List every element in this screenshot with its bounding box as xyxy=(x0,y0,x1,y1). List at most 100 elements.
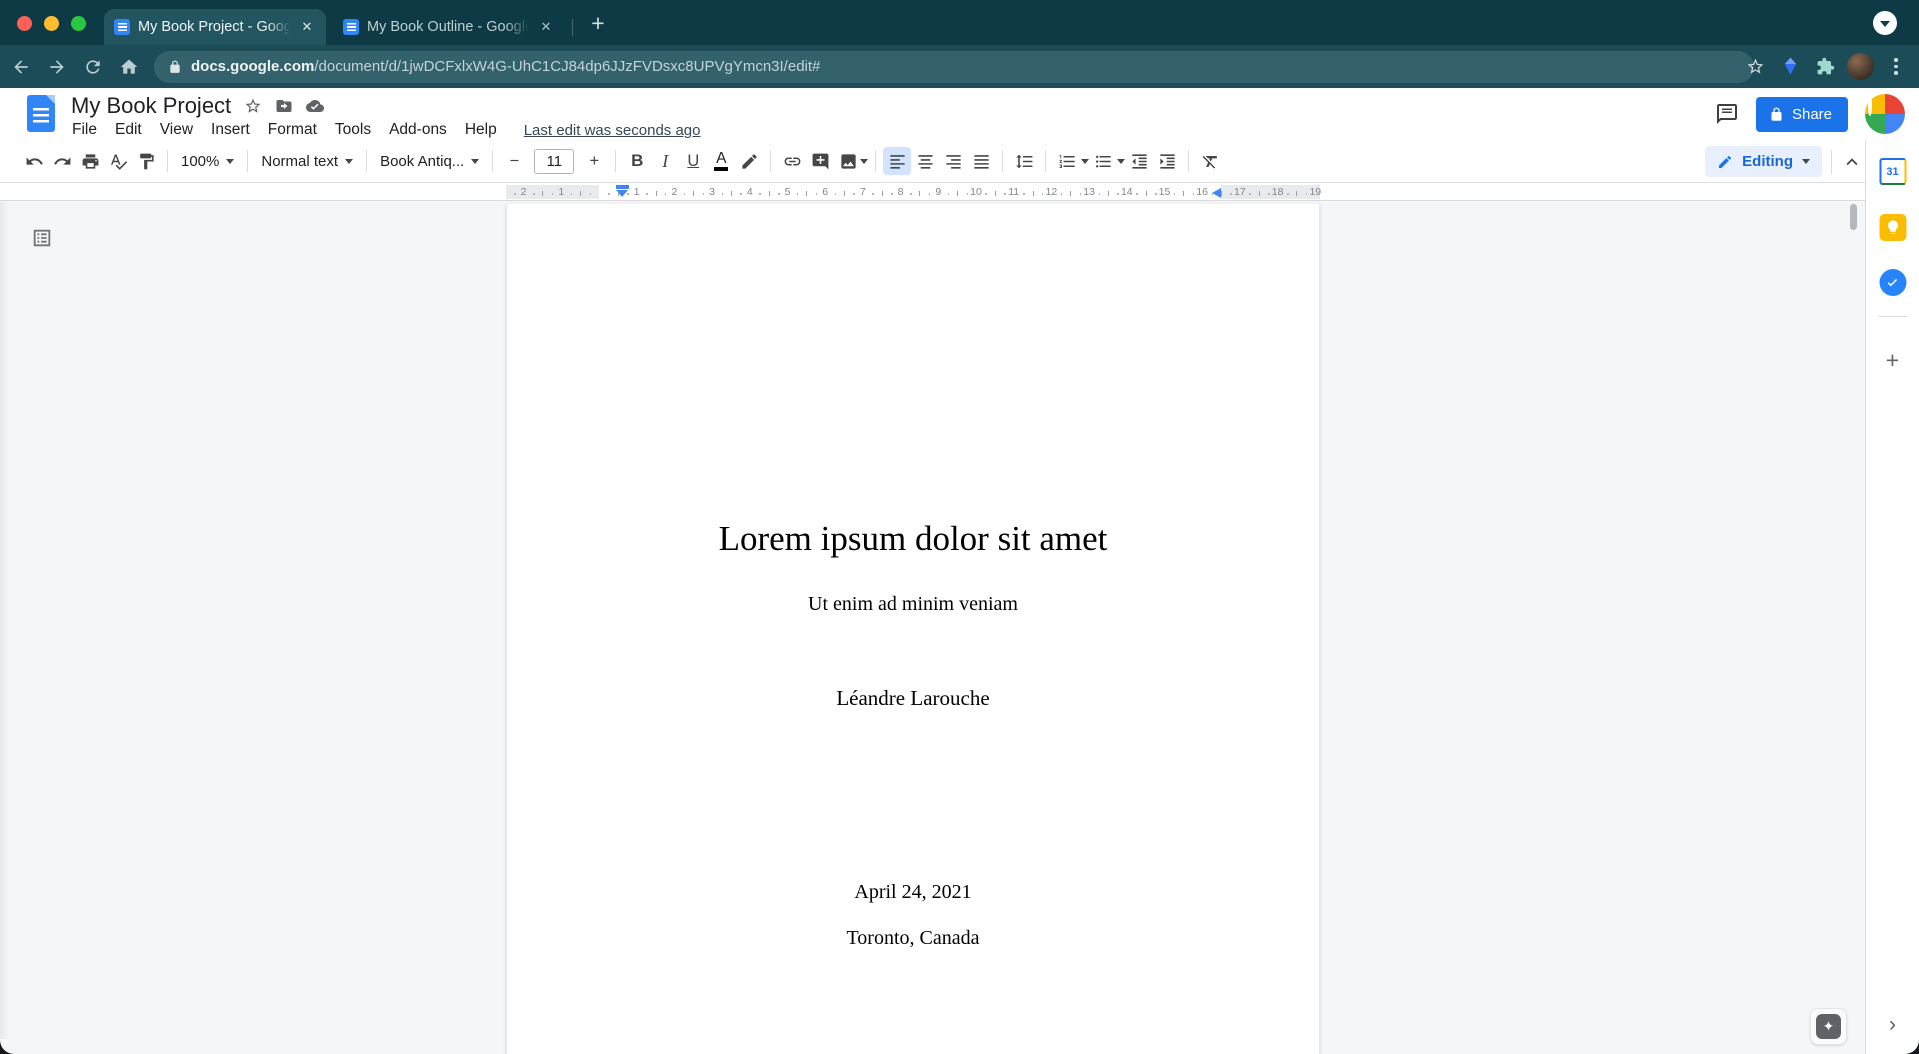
decrease-indent-button[interactable] xyxy=(1125,147,1153,175)
chevron-down-icon[interactable] xyxy=(1117,159,1125,164)
tab-my-book-project[interactable]: My Book Project - Google Docs ✕ xyxy=(104,9,326,45)
ruler-tick xyxy=(778,193,780,195)
ruler-tick xyxy=(882,191,883,196)
ruler-tick xyxy=(590,193,592,195)
docs-logo-icon[interactable] xyxy=(27,95,55,132)
side-panel-rail: 31 + › xyxy=(1865,140,1919,1054)
fullscreen-window-button[interactable] xyxy=(71,16,86,31)
italic-button[interactable]: I xyxy=(651,147,679,175)
forward-button[interactable] xyxy=(42,52,72,82)
horizontal-ruler: 2112345678910111213141516171819 xyxy=(0,183,1865,201)
menu-file[interactable]: File xyxy=(63,119,106,141)
vertical-scrollbar-thumb[interactable] xyxy=(1850,204,1857,230)
document-page[interactable]: Lorem ipsum dolor sit amet Ut enim ad mi… xyxy=(506,204,1320,1054)
font-size-input[interactable]: 11 xyxy=(534,149,574,174)
close-window-button[interactable] xyxy=(17,16,32,31)
back-button[interactable] xyxy=(6,52,36,82)
show-outline-button[interactable] xyxy=(31,227,53,254)
menu-format[interactable]: Format xyxy=(259,119,326,141)
menu-insert[interactable]: Insert xyxy=(202,119,259,141)
insert-image-button[interactable] xyxy=(834,147,862,175)
highlight-color-button[interactable] xyxy=(735,147,763,175)
align-right-button[interactable] xyxy=(939,147,967,175)
reload-button[interactable] xyxy=(78,52,108,82)
ruler-number: 11 xyxy=(1008,186,1019,198)
share-button[interactable]: Share xyxy=(1756,97,1848,132)
ruler-tick xyxy=(835,193,837,195)
hide-menus-button[interactable] xyxy=(1841,151,1863,173)
paragraph-style-select[interactable]: Normal text xyxy=(255,147,359,175)
insert-link-button[interactable] xyxy=(778,147,806,175)
menu-tools[interactable]: Tools xyxy=(326,119,380,141)
paint-format-button[interactable] xyxy=(132,147,160,175)
doc-author-text: Léandre Larouche xyxy=(507,686,1319,711)
ruler-tick xyxy=(618,191,619,196)
close-tab-icon[interactable]: ✕ xyxy=(298,18,316,36)
minimize-window-button[interactable] xyxy=(44,16,59,31)
bulleted-list-button[interactable] xyxy=(1089,147,1117,175)
google-keep-icon[interactable] xyxy=(1879,214,1906,241)
extensions-button[interactable] xyxy=(1812,54,1838,80)
ruler-tick xyxy=(1193,193,1195,195)
undo-button[interactable] xyxy=(20,147,48,175)
increase-font-size-button[interactable]: + xyxy=(580,147,608,175)
ruler-tick xyxy=(1212,193,1214,195)
last-edit-link[interactable]: Last edit was seconds ago xyxy=(524,122,701,139)
chevron-down-icon[interactable] xyxy=(860,159,868,164)
chevron-down-icon[interactable] xyxy=(1081,159,1089,164)
get-add-ons-button[interactable]: + xyxy=(1886,347,1899,374)
document-status-cloud-button[interactable] xyxy=(306,97,324,115)
right-indent-marker[interactable] xyxy=(1212,188,1221,198)
menu-edit[interactable]: Edit xyxy=(106,119,151,141)
menu-addons[interactable]: Add-ons xyxy=(380,119,456,141)
text-color-button[interactable]: A xyxy=(707,147,735,175)
menu-view[interactable]: View xyxy=(151,119,202,141)
browser-profile-avatar[interactable] xyxy=(1847,53,1874,80)
account-avatar[interactable] xyxy=(1865,94,1905,134)
print-button[interactable] xyxy=(76,147,104,175)
ruler-tick xyxy=(1287,193,1289,195)
align-center-button[interactable] xyxy=(911,147,939,175)
tab-search-button[interactable] xyxy=(1873,11,1897,35)
menu-help[interactable]: Help xyxy=(456,119,506,141)
home-button[interactable] xyxy=(114,52,144,82)
move-to-folder-button[interactable] xyxy=(275,97,293,115)
editing-mode-select[interactable]: Editing xyxy=(1705,146,1822,177)
clear-formatting-button[interactable] xyxy=(1196,147,1224,175)
tab-my-book-outline[interactable]: My Book Outline - Google Docs ✕ xyxy=(333,9,565,45)
line-spacing-button[interactable] xyxy=(1010,147,1038,175)
numbered-list-button[interactable] xyxy=(1053,147,1081,175)
ruler-tick xyxy=(1306,193,1308,195)
google-calendar-icon[interactable]: 31 xyxy=(1879,158,1906,185)
underline-button[interactable]: U xyxy=(679,147,707,175)
first-line-indent-icon[interactable] xyxy=(616,185,629,189)
browser-menu-button[interactable] xyxy=(1883,54,1909,80)
forward-arrow-icon xyxy=(47,57,67,77)
new-tab-button[interactable]: + xyxy=(583,9,613,39)
redo-button[interactable] xyxy=(48,147,76,175)
decrease-font-size-button[interactable]: − xyxy=(500,147,528,175)
explore-icon: ✦ xyxy=(1816,1014,1841,1039)
address-bar[interactable]: docs.google.com/document/d/1jwDCFxlxW4G-… xyxy=(154,51,1754,83)
justify-button[interactable] xyxy=(967,147,995,175)
document-title-input[interactable]: My Book Project xyxy=(71,93,231,119)
font-select[interactable]: Book Antiq... xyxy=(374,147,485,175)
google-tasks-icon[interactable] xyxy=(1879,269,1906,296)
explore-button[interactable]: ✦ xyxy=(1810,1008,1847,1045)
open-comments-button[interactable] xyxy=(1715,102,1739,126)
increase-indent-button[interactable] xyxy=(1153,147,1181,175)
url-text: docs.google.com/document/d/1jwDCFxlxW4G-… xyxy=(191,58,820,75)
ruler-tick xyxy=(703,193,705,195)
close-tab-icon[interactable]: ✕ xyxy=(537,18,555,36)
add-comment-button[interactable] xyxy=(806,147,834,175)
align-left-button[interactable] xyxy=(883,147,911,175)
spelling-check-button[interactable] xyxy=(104,147,132,175)
ruler-tick xyxy=(891,193,893,195)
star-document-button[interactable] xyxy=(244,97,262,115)
zoom-select[interactable]: 100% xyxy=(175,147,240,175)
collapse-side-panel-button[interactable]: › xyxy=(1889,1013,1896,1037)
extension-gem-button[interactable] xyxy=(1777,54,1803,80)
ruler-tick xyxy=(571,193,573,195)
bookmark-star-button[interactable] xyxy=(1742,54,1768,80)
bold-button[interactable]: B xyxy=(623,147,651,175)
